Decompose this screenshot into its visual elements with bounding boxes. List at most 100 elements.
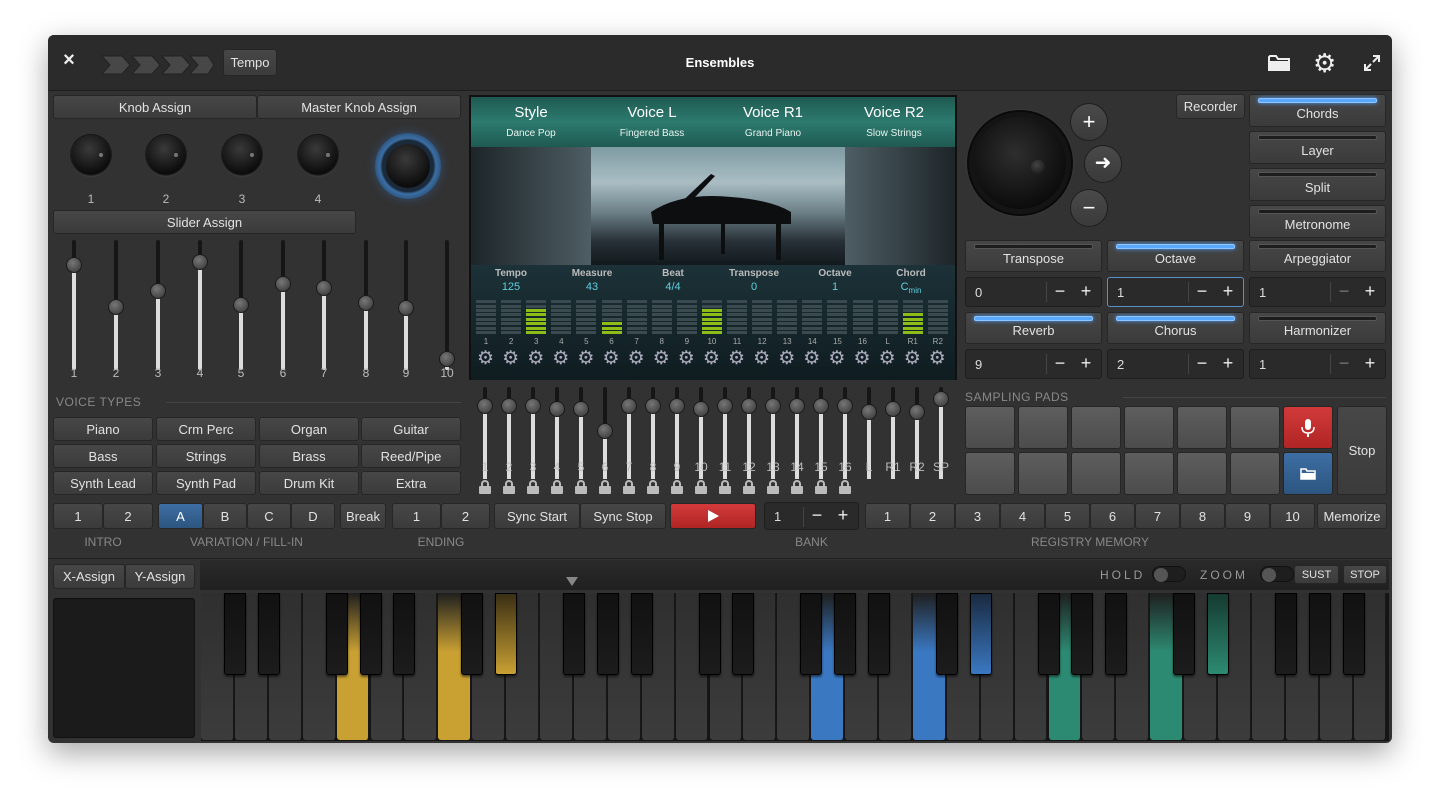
sustain-button[interactable]: SUST xyxy=(1294,565,1339,584)
registry-3-button[interactable]: 3 xyxy=(955,503,1000,529)
piano-keyboard[interactable] xyxy=(201,593,1389,741)
gear-icon[interactable]: ⚙ xyxy=(603,349,620,368)
black-key[interactable] xyxy=(359,593,382,675)
sampling-pad[interactable] xyxy=(1124,452,1174,495)
transpose-toggle[interactable]: Transpose xyxy=(965,240,1102,272)
gear-icon[interactable]: ⚙ xyxy=(778,349,795,368)
lock-icon[interactable] xyxy=(767,480,779,494)
lock-icon[interactable] xyxy=(623,480,635,494)
sampling-pad[interactable] xyxy=(1018,452,1068,495)
sampling-pad[interactable] xyxy=(1124,406,1174,449)
voice-type-button[interactable]: Brass xyxy=(259,444,359,468)
black-key[interactable] xyxy=(495,593,518,675)
assign-slider[interactable] xyxy=(149,240,167,370)
reverb-minus-button[interactable]: − xyxy=(1049,353,1071,374)
black-key[interactable] xyxy=(461,593,484,675)
voice-type-button[interactable]: Organ xyxy=(259,417,359,441)
gear-icon[interactable]: ⚙ xyxy=(577,349,594,368)
gear-icon[interactable]: ⚙ xyxy=(828,349,845,368)
harmonizer-stepper[interactable]: 1 − + xyxy=(1249,349,1386,379)
voice-type-button[interactable]: Extra xyxy=(361,471,461,495)
sync-start-button[interactable]: Sync Start xyxy=(494,503,580,529)
sampling-pad[interactable] xyxy=(965,452,1015,495)
black-key[interactable] xyxy=(935,593,958,675)
slider-thumb[interactable] xyxy=(621,398,637,415)
assign-slider[interactable] xyxy=(357,240,375,370)
minus-icon[interactable]: − xyxy=(1070,189,1108,227)
variation-d-button[interactable]: D xyxy=(291,503,335,529)
sampling-pad[interactable] xyxy=(1177,452,1227,495)
black-key[interactable] xyxy=(325,593,348,675)
lock-icon[interactable] xyxy=(791,480,803,494)
bank-stepper[interactable]: 1 − + xyxy=(764,502,859,530)
sampling-pad[interactable] xyxy=(1230,406,1280,449)
slider-thumb[interactable] xyxy=(789,398,805,415)
slider-thumb[interactable] xyxy=(861,403,877,420)
slider-thumb[interactable] xyxy=(358,294,374,311)
black-key[interactable] xyxy=(969,593,992,675)
folder-icon[interactable] xyxy=(1268,53,1290,77)
black-key[interactable] xyxy=(562,593,585,675)
voice-type-button[interactable]: Synth Pad xyxy=(156,471,256,495)
black-key[interactable] xyxy=(868,593,890,675)
ending-1-button[interactable]: 1 xyxy=(392,503,441,529)
lock-icon[interactable] xyxy=(479,480,491,494)
lock-icon[interactable] xyxy=(839,480,851,494)
gear-icon[interactable]: ⚙ xyxy=(854,349,871,368)
variation-a-button[interactable]: A xyxy=(158,503,203,529)
slider-thumb[interactable] xyxy=(573,400,589,417)
gear-icon[interactable]: ⚙ xyxy=(728,349,745,368)
jog-dial[interactable] xyxy=(969,112,1071,214)
lock-icon[interactable] xyxy=(527,480,539,494)
slider-thumb[interactable] xyxy=(316,279,332,296)
slider-thumb[interactable] xyxy=(669,398,685,415)
voice-type-button[interactable]: Guitar xyxy=(361,417,461,441)
voice-type-button[interactable]: Crm Perc xyxy=(156,417,256,441)
slider-thumb[interactable] xyxy=(439,350,455,367)
chords-toggle[interactable]: Chords xyxy=(1249,94,1386,127)
gear-icon[interactable]: ⚙ xyxy=(678,349,695,368)
split-toggle[interactable]: Split xyxy=(1249,168,1386,201)
slider-assign-button[interactable]: Slider Assign xyxy=(53,210,356,234)
slider-thumb[interactable] xyxy=(275,276,291,293)
assign-slider[interactable] xyxy=(65,240,83,370)
arpeggiator-minus-button[interactable]: − xyxy=(1333,281,1355,302)
master-knob[interactable] xyxy=(375,133,441,199)
slider-thumb[interactable] xyxy=(741,398,757,415)
intro-1-button[interactable]: 1 xyxy=(53,503,103,529)
chorus-plus-button[interactable]: + xyxy=(1217,353,1239,374)
black-key[interactable] xyxy=(1071,593,1094,675)
black-key[interactable] xyxy=(1342,593,1365,675)
master-knob-assign-button[interactable]: Master Knob Assign xyxy=(257,95,461,119)
black-key[interactable] xyxy=(1274,593,1297,675)
gear-icon[interactable]: ⚙ xyxy=(527,349,544,368)
slider-thumb[interactable] xyxy=(525,398,541,415)
voice-type-button[interactable]: Reed/Pipe xyxy=(361,444,461,468)
slider-thumb[interactable] xyxy=(597,423,613,440)
harmonizer-toggle[interactable]: Harmonizer xyxy=(1249,312,1386,344)
slider-thumb[interactable] xyxy=(693,400,709,417)
slider-thumb[interactable] xyxy=(909,403,925,420)
slider-thumb[interactable] xyxy=(192,253,208,270)
assignable-knob-3[interactable] xyxy=(222,135,262,175)
voice-type-button[interactable]: Synth Lead xyxy=(53,471,153,495)
black-key[interactable] xyxy=(1105,593,1128,675)
gear-icon[interactable]: ⚙ xyxy=(929,349,946,368)
harmonizer-plus-button[interactable]: + xyxy=(1359,353,1381,374)
assignable-knob-2[interactable] xyxy=(146,135,186,175)
assign-slider[interactable] xyxy=(191,240,209,370)
registry-8-button[interactable]: 8 xyxy=(1180,503,1225,529)
knob-assign-button[interactable]: Knob Assign xyxy=(53,95,257,119)
lock-icon[interactable] xyxy=(815,480,827,494)
chorus-minus-button[interactable]: − xyxy=(1191,353,1213,374)
arpeggiator-toggle[interactable]: Arpeggiator xyxy=(1249,240,1386,272)
record-sample-button[interactable] xyxy=(1283,406,1333,449)
slider-thumb[interactable] xyxy=(233,297,249,313)
y-assign-button[interactable]: Y-Assign xyxy=(125,564,195,589)
black-key[interactable] xyxy=(596,593,619,675)
lock-icon[interactable] xyxy=(719,480,731,494)
assign-slider[interactable] xyxy=(315,240,333,370)
plus-icon[interactable]: + xyxy=(1070,103,1108,141)
black-key[interactable] xyxy=(393,593,416,675)
bank-minus-button[interactable]: − xyxy=(806,505,828,526)
